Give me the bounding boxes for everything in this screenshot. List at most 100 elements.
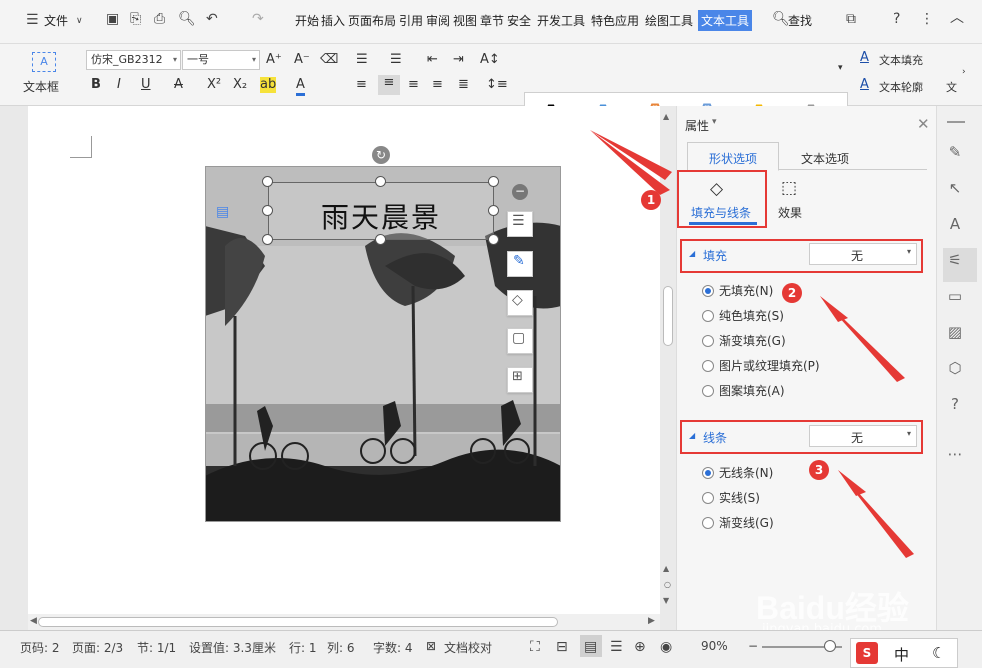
resize-handle-b[interactable] bbox=[375, 234, 386, 245]
radio-dot[interactable] bbox=[702, 310, 714, 322]
radio-picture-fill[interactable]: 图片或纹理填充(P) bbox=[702, 357, 820, 374]
text-effects-button[interactable]: 文 bbox=[946, 79, 957, 95]
horizontal-scroll-thumb[interactable] bbox=[38, 617, 558, 627]
align-right-icon[interactable]: ≡ bbox=[408, 77, 419, 93]
justify-icon[interactable]: ≡ bbox=[432, 77, 443, 93]
status-section[interactable]: 节: 1/1 bbox=[137, 639, 176, 656]
text-outline-button[interactable]: 文本轮廓 bbox=[879, 79, 923, 95]
archive-icon[interactable]: ▭ bbox=[945, 286, 965, 306]
radio-gradient-fill[interactable]: 渐变填充(G) bbox=[702, 332, 786, 349]
radio-solid-fill[interactable]: 纯色填充(S) bbox=[702, 307, 784, 324]
status-words[interactable]: 字数: 4 bbox=[373, 639, 413, 656]
scroll-right-icon[interactable]: ▶ bbox=[648, 616, 655, 626]
radio-dot[interactable] bbox=[702, 492, 714, 504]
save-icon[interactable]: ▣ bbox=[106, 11, 119, 27]
zoom-slider-thumb[interactable] bbox=[824, 640, 836, 652]
tab-home[interactable]: 开始 bbox=[295, 12, 319, 29]
zoom-level[interactable]: 90% bbox=[701, 639, 728, 653]
bold-icon[interactable]: B bbox=[91, 77, 101, 93]
chevron-down-icon[interactable]: ∨ bbox=[76, 13, 83, 29]
vertical-scrollbar[interactable]: ▲ ▲ ○ ▼ bbox=[660, 106, 676, 630]
resize-handle-tl[interactable] bbox=[262, 176, 273, 187]
rotate-handle-icon[interactable]: ↻ bbox=[372, 146, 390, 164]
collapse-toolbar-icon[interactable]: − bbox=[512, 184, 528, 200]
resize-handle-l[interactable] bbox=[262, 205, 273, 216]
resize-handle-r[interactable] bbox=[488, 205, 499, 216]
panel-title[interactable]: 属性 bbox=[685, 117, 709, 134]
close-icon[interactable]: ✕ bbox=[917, 115, 930, 133]
web-view-icon[interactable]: ⊕ bbox=[634, 639, 646, 655]
radio-dot[interactable] bbox=[702, 467, 714, 479]
resize-handle-bl[interactable] bbox=[262, 234, 273, 245]
radio-dot[interactable] bbox=[702, 360, 714, 372]
collapse-icon[interactable]: ︿ bbox=[950, 10, 964, 26]
highlight-icon[interactable]: ab bbox=[260, 77, 277, 93]
radio-pattern-fill[interactable]: 图案填充(A) bbox=[702, 382, 785, 399]
tab-review[interactable]: 审阅 bbox=[426, 12, 450, 29]
distribute-icon[interactable]: ≣ bbox=[458, 77, 469, 93]
read-mode-icon[interactable]: ⊟ bbox=[556, 639, 568, 655]
scroll-up-icon[interactable]: ▲ bbox=[663, 112, 669, 121]
textbox-icon[interactable]: A bbox=[32, 52, 56, 72]
horizontal-scrollbar[interactable]: ◀ ▶ bbox=[28, 614, 660, 630]
resize-handle-tr[interactable] bbox=[488, 176, 499, 187]
resize-handle-t[interactable] bbox=[375, 176, 386, 187]
line-spacing-icon[interactable]: ↕≡ bbox=[486, 77, 508, 93]
file-menu[interactable]: 文件 bbox=[44, 12, 68, 29]
fullscreen-icon[interactable]: ⛶ bbox=[530, 639, 540, 655]
properties-icon[interactable]: ⚟ bbox=[945, 250, 965, 270]
tab-developer[interactable]: 开发工具 bbox=[537, 12, 585, 29]
eye-protection-icon[interactable]: ◉ bbox=[660, 639, 672, 655]
hamburger-icon[interactable]: ☰ bbox=[26, 12, 39, 28]
status-row[interactable]: 行: 1 bbox=[289, 639, 317, 656]
proofread-button[interactable]: 文档校对 bbox=[444, 639, 492, 656]
tab-text-tools[interactable]: 文本工具 bbox=[698, 10, 753, 31]
radio-no-line[interactable]: 无线条(N) bbox=[702, 464, 773, 481]
gallery-more-icon[interactable]: ▾ bbox=[838, 60, 843, 76]
outdent-icon[interactable]: ⇤ bbox=[427, 52, 438, 68]
text-style-icon[interactable]: A bbox=[945, 214, 965, 234]
textbox-button[interactable]: 文本框 bbox=[23, 78, 59, 95]
status-col[interactable]: 列: 6 bbox=[327, 639, 355, 656]
underline-icon[interactable]: U bbox=[141, 77, 151, 93]
help-icon[interactable]: ? bbox=[945, 394, 965, 414]
radio-no-fill[interactable]: 无填充(N) bbox=[702, 282, 773, 299]
radio-dot[interactable] bbox=[702, 285, 714, 297]
italic-icon[interactable]: I bbox=[117, 77, 121, 93]
align-center-icon[interactable]: ≡ bbox=[378, 75, 400, 95]
indent-icon[interactable]: ⇥ bbox=[453, 52, 464, 68]
scroll-left-icon[interactable]: ◀ bbox=[30, 616, 37, 626]
resize-handle-br[interactable] bbox=[488, 234, 499, 245]
effects-icon[interactable]: ⬚ bbox=[781, 178, 797, 198]
font-name-select[interactable]: 仿宋_GB2312 ▾ bbox=[86, 50, 181, 70]
moon-icon[interactable]: ☾ bbox=[932, 644, 945, 662]
preview-icon[interactable]: 🔍︎ bbox=[178, 11, 196, 27]
more-icon[interactable]: ⋮ bbox=[920, 11, 934, 27]
strikethrough-icon[interactable]: A bbox=[174, 77, 183, 93]
cursor-icon[interactable]: ↖ bbox=[945, 178, 965, 198]
page-view-icon[interactable]: ▤ bbox=[584, 639, 597, 655]
tab-drawing-tools[interactable]: 绘图工具 bbox=[645, 12, 693, 29]
radio-dot[interactable] bbox=[702, 517, 714, 529]
more-icon[interactable]: ⋯ bbox=[945, 444, 965, 464]
prev-page-icon[interactable]: ▲ bbox=[663, 564, 669, 573]
tab-view[interactable]: 视图 bbox=[453, 12, 477, 29]
tab-features[interactable]: 特色应用 bbox=[591, 12, 639, 29]
text-fill-icon[interactable]: A bbox=[860, 50, 869, 66]
print-icon[interactable]: ⎙ bbox=[154, 11, 165, 27]
pen-icon[interactable]: ✎ bbox=[945, 142, 965, 162]
font-size-select[interactable]: 一号 ▾ bbox=[182, 50, 260, 70]
shrink-font-icon[interactable]: A⁻ bbox=[294, 52, 310, 68]
ime-logo[interactable]: S bbox=[856, 642, 878, 664]
textbox-content[interactable]: 雨天晨景 bbox=[268, 196, 494, 236]
layout-options-icon[interactable]: ▤ bbox=[216, 204, 229, 220]
tab-security[interactable]: 安全 bbox=[507, 12, 531, 29]
tab-page-layout[interactable]: 页面布局 bbox=[348, 12, 396, 29]
tab-references[interactable]: 引用 bbox=[399, 12, 423, 29]
redo-icon[interactable]: ↷ bbox=[252, 11, 264, 27]
search-button[interactable]: 查找 bbox=[788, 12, 812, 29]
chevron-down-icon[interactable]: ▾ bbox=[712, 117, 717, 127]
clear-format-icon[interactable]: ⌫ bbox=[320, 52, 338, 68]
help-icon[interactable]: ? bbox=[893, 11, 900, 27]
export-icon[interactable]: ⎘ bbox=[130, 11, 141, 27]
